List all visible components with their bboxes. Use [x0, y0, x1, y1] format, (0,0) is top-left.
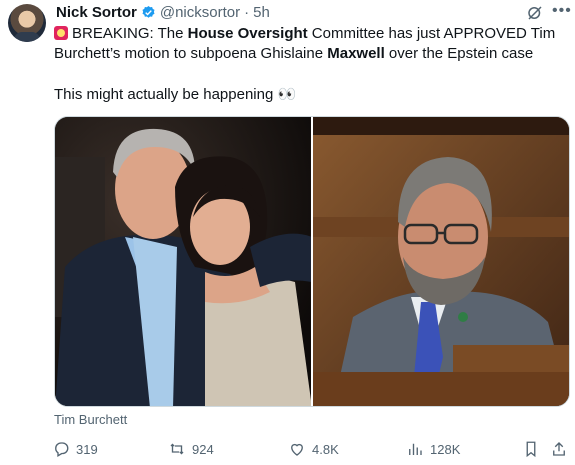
avatar[interactable] [8, 4, 46, 42]
grok-icon[interactable] [526, 4, 544, 22]
reply-icon [55, 442, 69, 457]
action-bar: 319 924 4.8K 128K [52, 440, 570, 462]
media-grid[interactable] [54, 116, 570, 407]
tweet-text: BREAKING: The House Oversight Committee … [54, 25, 556, 62]
share-button[interactable] [550, 440, 568, 458]
like-button[interactable]: 4.8K [288, 440, 339, 458]
verified-badge-icon [142, 5, 155, 18]
more-icon[interactable]: ••• [552, 2, 572, 20]
photo-left[interactable] [55, 117, 311, 406]
share-icon [553, 442, 565, 456]
tweet-header: Nick Sortor @nicksortor · 5h [56, 3, 270, 21]
media-caption: Tim Burchett [54, 412, 128, 427]
bookmark-icon [526, 441, 536, 458]
like-icon [291, 443, 303, 456]
tweet-text-line2: This might actually be happening 👀 [54, 86, 297, 103]
photo-right[interactable] [313, 117, 569, 406]
author-handle[interactable]: @nicksortor [160, 4, 240, 21]
separator-dot: · [244, 3, 250, 21]
repost-icon [170, 443, 184, 455]
views-button[interactable]: 128K [406, 440, 460, 458]
siren-emoji [54, 26, 68, 40]
bookmark-button[interactable] [522, 440, 540, 458]
reply-count: 319 [76, 441, 98, 457]
views-icon [409, 443, 422, 455]
author-name[interactable]: Nick Sortor [56, 4, 137, 21]
reply-button[interactable]: 319 [52, 440, 98, 458]
repost-count: 924 [192, 441, 214, 457]
post-time[interactable]: 5h [253, 4, 270, 21]
like-count: 4.8K [312, 441, 339, 457]
repost-button[interactable]: 924 [168, 440, 214, 458]
views-count: 128K [430, 441, 461, 457]
